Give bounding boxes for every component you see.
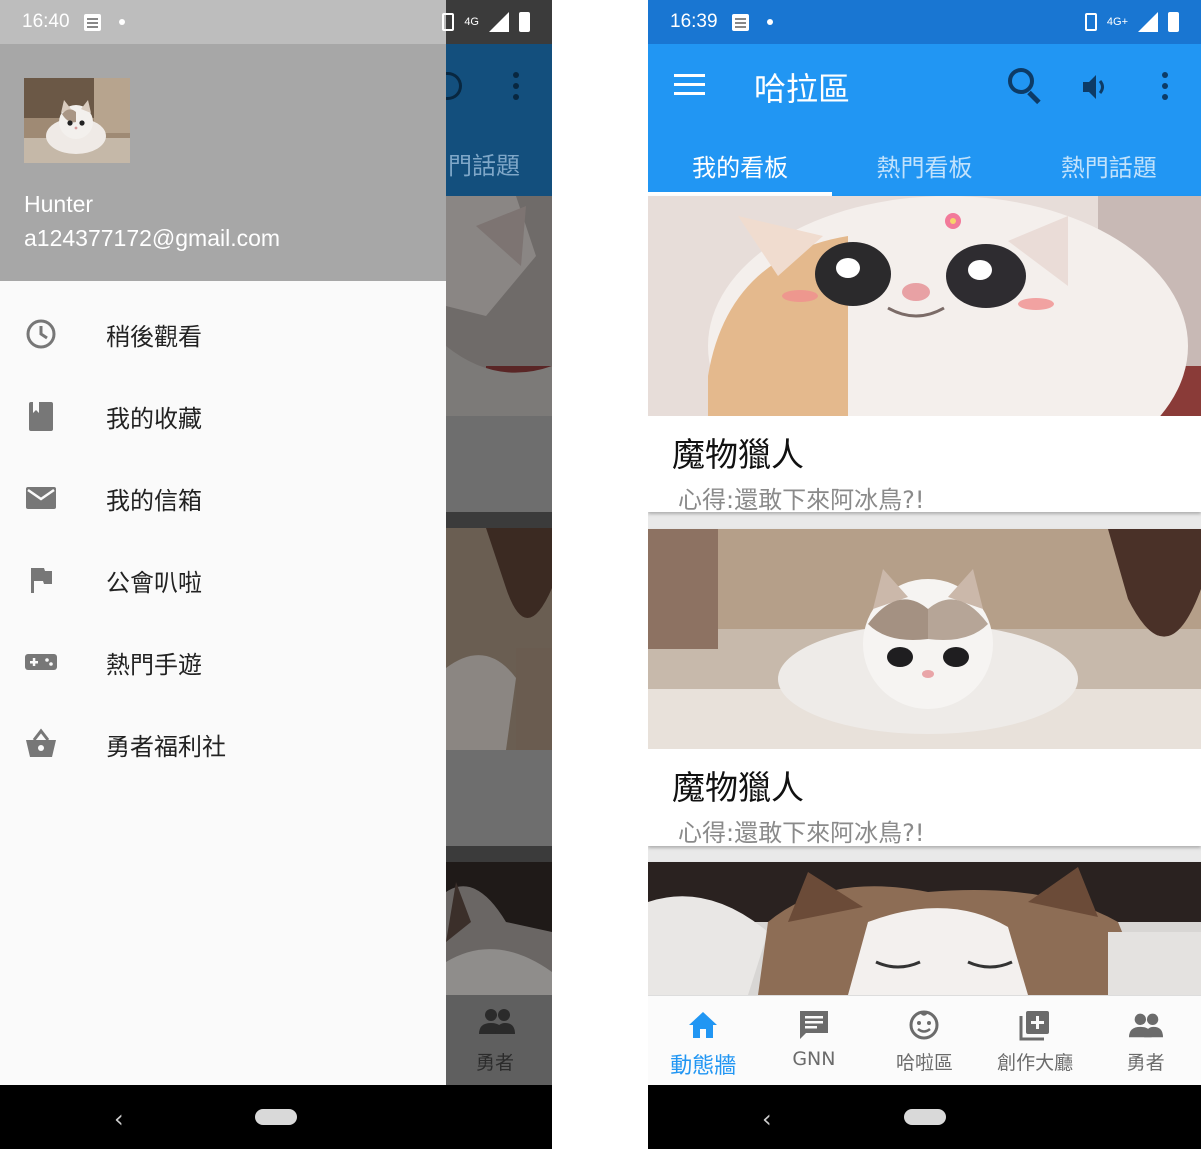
page-title: 哈拉區 bbox=[754, 70, 851, 108]
tab-my-boards[interactable]: 我的看板 bbox=[648, 134, 833, 196]
post-image bbox=[648, 862, 1201, 995]
app-bar: 哈拉區 我的看板 熱門看板 熱門話題 bbox=[648, 44, 1201, 196]
drawer-screen: 門話題 勇者 16:40 4G Hunter a124377172@gmail.… bbox=[0, 0, 552, 1149]
network-type: 4G+ bbox=[1106, 16, 1128, 28]
more-icon[interactable] bbox=[1162, 72, 1168, 100]
mail-icon bbox=[26, 487, 56, 509]
nav-label: GNN bbox=[792, 1048, 836, 1070]
user-email: a124377172@gmail.com bbox=[24, 225, 281, 251]
tab-hot-topics[interactable]: 熱門話題 bbox=[1017, 134, 1201, 196]
background-image bbox=[446, 196, 552, 416]
vibrate-icon bbox=[442, 13, 455, 31]
nav-item-gnn[interactable]: GNN bbox=[759, 996, 870, 1085]
background-tab-label: 門話題 bbox=[448, 152, 520, 180]
add-library-icon bbox=[1019, 1011, 1050, 1041]
status-time: 16:40 bbox=[22, 11, 70, 32]
signal-icon bbox=[1138, 12, 1158, 32]
nav-label: 哈啦區 bbox=[895, 1052, 953, 1074]
background-image bbox=[446, 528, 552, 750]
signal-icon bbox=[489, 12, 509, 32]
nav-label: 勇者 bbox=[1126, 1052, 1165, 1074]
system-nav-bar: ‹ bbox=[648, 1085, 1201, 1149]
drawer-item-label: 熱門手遊 bbox=[106, 650, 202, 679]
clock-icon bbox=[26, 319, 56, 349]
gamepad-icon bbox=[25, 654, 57, 670]
basket-icon bbox=[26, 728, 56, 757]
drawer-item-shop[interactable]: 勇者福利社 bbox=[0, 703, 446, 785]
notification-dot-icon bbox=[766, 19, 773, 25]
bottom-nav: 動態牆 GNN 哈啦區 創作大廳 勇者 bbox=[648, 995, 1201, 1085]
status-bar: 16:39 4G+ bbox=[648, 0, 1201, 44]
post-card[interactable]: 魔物獵人 心得:還敢下來阿冰鳥?! bbox=[648, 529, 1201, 847]
nav-item-creation[interactable]: 創作大廳 bbox=[980, 996, 1091, 1085]
people-icon bbox=[1128, 1013, 1163, 1038]
notification-dot-icon bbox=[118, 19, 125, 25]
notification-icon bbox=[731, 13, 749, 31]
nav-item-feed[interactable]: 動態牆 bbox=[648, 996, 759, 1085]
background-card bbox=[446, 750, 552, 846]
post-title: 魔物獵人 bbox=[672, 435, 804, 474]
volume-icon[interactable] bbox=[1081, 72, 1111, 102]
back-icon[interactable]: ‹ bbox=[762, 1105, 772, 1133]
drawer-item-label: 我的信箱 bbox=[106, 486, 202, 515]
post-title: 魔物獵人 bbox=[672, 768, 804, 807]
search-icon[interactable] bbox=[1008, 68, 1042, 105]
user-name: Hunter bbox=[24, 191, 94, 217]
background-people-icon bbox=[479, 1009, 515, 1034]
drawer-item-watch-later[interactable]: 稍後觀看 bbox=[0, 293, 446, 375]
drawer-item-label: 我的收藏 bbox=[106, 404, 202, 433]
status-bar: 16:40 4G bbox=[0, 0, 552, 44]
main-screen: 16:39 4G+ 哈拉區 我的看板 熱門看板 熱門話題 魔物獵人 心得:還敢下… bbox=[648, 0, 1201, 1149]
avatar[interactable] bbox=[24, 78, 130, 163]
drawer-item-label: 勇者福利社 bbox=[106, 732, 226, 761]
home-pill-icon[interactable] bbox=[904, 1109, 946, 1125]
back-icon[interactable]: ‹ bbox=[114, 1105, 124, 1133]
battery-icon bbox=[519, 12, 530, 32]
system-nav-bar: ‹ bbox=[0, 1085, 552, 1149]
nav-label: 動態牆 bbox=[670, 1054, 737, 1079]
navigation-drawer: Hunter a124377172@gmail.com 稍後觀看 我的收藏 我的… bbox=[0, 44, 446, 1085]
post-subtitle: 心得:還敢下來阿冰鳥?! bbox=[678, 486, 925, 514]
nav-label: 創作大廳 bbox=[997, 1052, 1074, 1074]
home-icon bbox=[689, 1012, 718, 1038]
tab-bar: 我的看板 熱門看板 熱門話題 bbox=[648, 134, 1201, 196]
drawer-item-mailbox[interactable]: 我的信箱 bbox=[0, 457, 446, 539]
drawer-item-label: 稍後觀看 bbox=[106, 322, 202, 351]
post-subtitle: 心得:還敢下來阿冰鳥?! bbox=[678, 819, 925, 847]
bookmark-icon bbox=[29, 402, 53, 431]
drawer-item-mobile-games[interactable]: 熱門手遊 bbox=[0, 621, 446, 703]
post-image bbox=[648, 529, 1201, 749]
menu-icon[interactable] bbox=[674, 74, 705, 96]
baby-face-icon bbox=[909, 1010, 939, 1040]
drawer-item-favorites[interactable]: 我的收藏 bbox=[0, 375, 446, 457]
nav-item-forum[interactable]: 哈啦區 bbox=[869, 996, 980, 1085]
notification-icon bbox=[83, 13, 101, 31]
tab-hot-boards[interactable]: 熱門看板 bbox=[832, 134, 1016, 196]
background-image bbox=[446, 862, 552, 995]
drawer-item-guild[interactable]: 公會叭啦 bbox=[0, 539, 446, 621]
drawer-header: Hunter a124377172@gmail.com bbox=[0, 44, 446, 281]
post-card[interactable] bbox=[648, 862, 1201, 995]
news-icon bbox=[799, 1011, 828, 1039]
background-card bbox=[446, 416, 552, 512]
flag-icon bbox=[31, 568, 52, 593]
battery-icon bbox=[1168, 12, 1179, 32]
nav-item-heroes[interactable]: 勇者 bbox=[1090, 996, 1201, 1085]
background-more-icon bbox=[513, 72, 519, 100]
vibrate-icon bbox=[1084, 13, 1097, 31]
post-card[interactable]: 魔物獵人 心得:還敢下來阿冰鳥?! bbox=[648, 196, 1201, 514]
home-pill-icon[interactable] bbox=[255, 1109, 297, 1125]
status-time: 16:39 bbox=[670, 11, 718, 32]
background-nav-label: 勇者 bbox=[476, 1052, 515, 1074]
post-image bbox=[648, 196, 1201, 416]
drawer-item-label: 公會叭啦 bbox=[106, 568, 202, 597]
network-type: 4G bbox=[464, 16, 479, 28]
